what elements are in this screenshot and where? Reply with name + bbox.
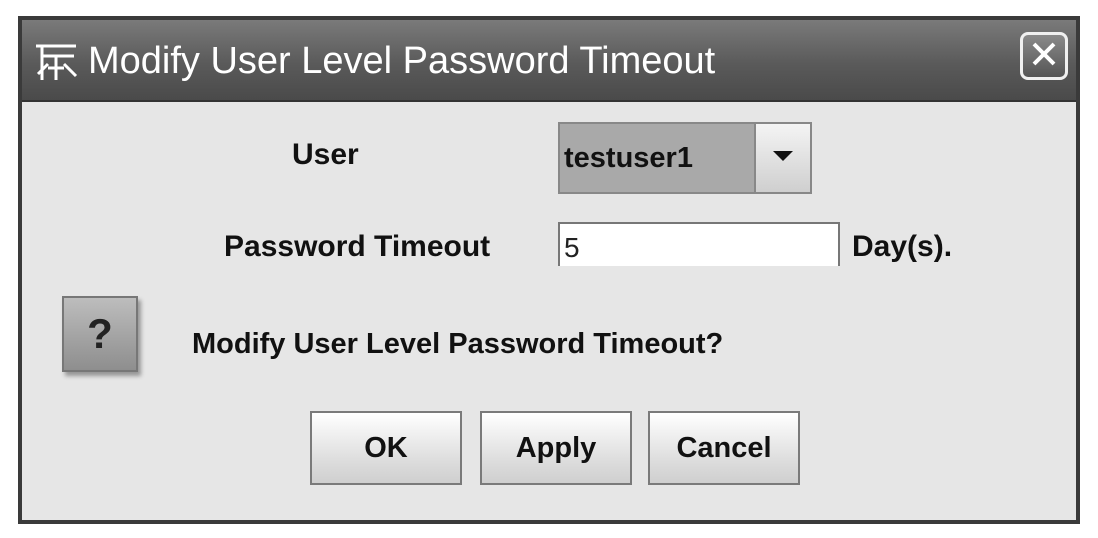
user-label: User: [292, 138, 359, 171]
title-bar[interactable]: Modify User Level Password Timeout: [22, 20, 1076, 102]
window-title: Modify User Level Password Timeout: [88, 40, 716, 82]
chevron-down-icon: [772, 149, 794, 168]
user-select-dropdown-button[interactable]: [754, 124, 810, 192]
password-timeout-label: Password Timeout: [224, 230, 491, 263]
question-icon: ?: [62, 296, 138, 372]
app-logo-icon: [34, 42, 78, 82]
ok-button[interactable]: OK: [310, 411, 462, 485]
confirm-message: Modify User Level Password Timeout?: [192, 328, 724, 360]
close-button[interactable]: [1020, 32, 1068, 80]
modify-timeout-dialog: Modify User Level Password Timeout User …: [18, 16, 1080, 524]
timeout-unit-label: Day(s).: [852, 230, 953, 263]
close-icon: [1029, 39, 1059, 74]
cancel-button[interactable]: Cancel: [648, 411, 800, 485]
dialog-body: User testuser1 Password Timeout Day(s). …: [22, 102, 1076, 520]
password-timeout-input[interactable]: [558, 222, 840, 266]
apply-button[interactable]: Apply: [480, 411, 632, 485]
user-select-value: testuser1: [564, 142, 693, 174]
user-select[interactable]: testuser1: [558, 122, 812, 194]
